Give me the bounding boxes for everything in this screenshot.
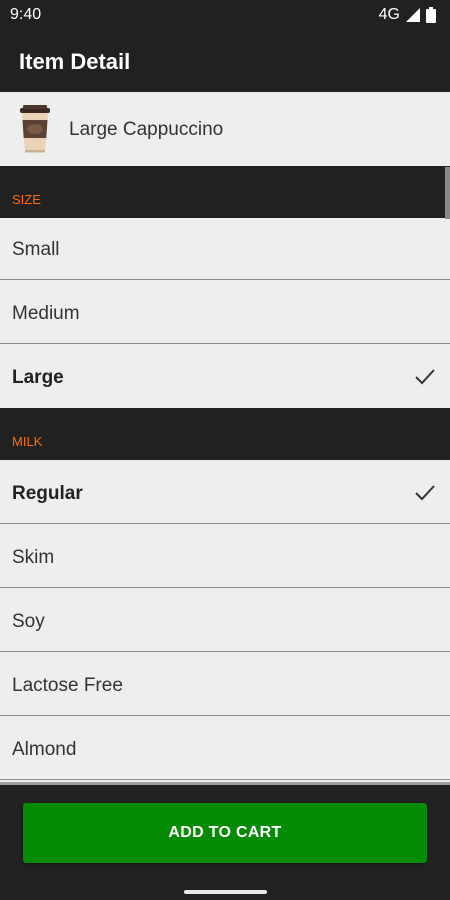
check-icon [415, 369, 435, 385]
section-header-size: SIZE [0, 166, 450, 218]
status-time: 9:40 [10, 6, 42, 23]
option-label: Soy [12, 611, 45, 632]
option-milk-soy[interactable]: Soy [0, 590, 450, 652]
scrollbar[interactable] [445, 167, 450, 219]
option-label: Almond [12, 739, 77, 760]
option-label: Regular [12, 483, 83, 504]
option-label: Small [12, 239, 60, 260]
option-milk-regular[interactable]: Regular [0, 462, 450, 524]
option-milk-lactose-free[interactable]: Lactose Free [0, 654, 450, 716]
add-to-cart-button[interactable]: ADD TO CART [23, 803, 427, 863]
option-size-medium[interactable]: Medium [0, 282, 450, 344]
option-size-small[interactable]: Small [0, 218, 450, 280]
option-label: Lactose Free [12, 675, 123, 696]
status-icons: 4G [379, 6, 436, 24]
option-size-large[interactable]: Large [0, 346, 450, 408]
section-label: SIZE [12, 192, 41, 207]
divider [0, 782, 450, 785]
option-milk-skim[interactable]: Skim [0, 526, 450, 588]
section-label: MILK [12, 434, 43, 449]
option-label: Skim [12, 547, 55, 568]
product-summary: Large Cappuccino [0, 92, 450, 166]
product-name: Large Cappuccino [69, 119, 224, 140]
item-detail-list[interactable]: Large Cappuccino SIZE Small Medium Large… [0, 92, 450, 782]
network-type: 4G [378, 6, 400, 23]
check-icon [415, 485, 435, 501]
app-bar: Item Detail [0, 30, 450, 92]
option-label: Medium [12, 303, 80, 324]
status-bar: 9:40 4G [0, 0, 450, 30]
option-label: Large [12, 367, 64, 388]
bottom-action-bar: ADD TO CART [0, 782, 450, 900]
coffee-cup-icon [20, 105, 50, 153]
gesture-nav-handle[interactable] [184, 890, 267, 894]
section-header-milk: MILK [0, 408, 450, 460]
page-title: Item Detail [19, 49, 131, 74]
battery-icon [426, 7, 436, 23]
option-milk-almond[interactable]: Almond [0, 718, 450, 780]
signal-icon [406, 8, 420, 22]
